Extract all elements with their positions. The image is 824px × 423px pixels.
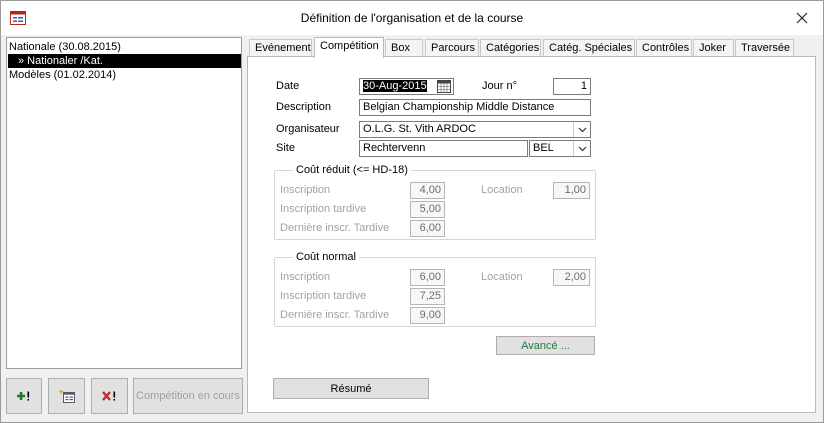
- tab-parcours[interactable]: Parcours: [425, 39, 479, 57]
- reduced-last-late-field[interactable]: 6,00: [410, 220, 445, 237]
- normal-cost-title: Coût normal: [293, 251, 359, 263]
- tree-item-nationaler-kat[interactable]: » Nationaler /Kat.: [8, 54, 241, 68]
- delete-competition-button[interactable]: [91, 378, 128, 414]
- reduced-registration-label: Inscription: [280, 184, 331, 196]
- summary-button[interactable]: Résumé: [273, 378, 429, 399]
- normal-last-late-label: Dernière inscr. Tardive: [280, 309, 390, 321]
- tab-categories[interactable]: Catégories: [480, 39, 541, 57]
- plus-icon: [17, 391, 30, 401]
- normal-late-label: Inscription tardive: [280, 290, 367, 302]
- organizer-value: O.L.G. St. Vith ARDOC: [363, 123, 476, 135]
- reduced-late-field[interactable]: 5,00: [410, 201, 445, 218]
- add-competition-button[interactable]: [6, 378, 42, 414]
- competition-in-progress-button[interactable]: Compétition en cours: [133, 378, 243, 414]
- normal-rental-label: Location: [481, 271, 523, 283]
- site-field[interactable]: Rechtervenn: [359, 140, 528, 157]
- dialog-window: Définition de l'organisation et de la co…: [0, 0, 824, 423]
- close-icon: [796, 12, 808, 24]
- normal-registration-label: Inscription: [280, 271, 331, 283]
- normal-registration-field[interactable]: 6,00: [410, 269, 445, 286]
- date-field[interactable]: 30-Aug-2015: [359, 78, 454, 95]
- delete-icon: [101, 391, 115, 401]
- tab-evenement[interactable]: Evénement: [249, 39, 312, 57]
- site-label: Site: [276, 142, 295, 154]
- description-field[interactable]: Belgian Championship Middle Distance: [359, 99, 591, 116]
- chevron-down-icon: [578, 127, 586, 132]
- country-value: BEL: [533, 142, 554, 154]
- tab-box[interactable]: Box: [385, 39, 423, 57]
- organizer-label: Organisateur: [276, 123, 340, 135]
- normal-late-field[interactable]: 7,25: [410, 288, 445, 305]
- description-label: Description: [276, 101, 332, 113]
- reduced-registration-field[interactable]: 4,00: [410, 182, 445, 199]
- reduced-late-label: Inscription tardive: [280, 203, 367, 215]
- reduced-last-late-label: Dernière inscr. Tardive: [280, 222, 390, 234]
- reduced-rental-label: Location: [481, 184, 523, 196]
- normal-last-late-field[interactable]: 9,00: [410, 307, 445, 324]
- tree-item-nationale[interactable]: Nationale (30.08.2015): [9, 40, 121, 54]
- date-label: Date: [276, 80, 300, 92]
- country-dropdown-button[interactable]: [573, 141, 590, 156]
- new-form-button[interactable]: [48, 378, 85, 414]
- new-form-icon: [58, 389, 75, 403]
- advanced-button[interactable]: Avancé ...: [496, 336, 595, 355]
- tab-categories-speciales[interactable]: Catég. Spéciales: [543, 39, 635, 57]
- chevron-down-icon: [578, 146, 586, 151]
- calendar-icon[interactable]: [437, 80, 451, 94]
- normal-rental-field[interactable]: 2,00: [553, 269, 590, 286]
- tree-item-modeles[interactable]: Modèles (01.02.2014): [9, 68, 116, 82]
- reduced-cost-title: Coût réduit (<= HD-18): [293, 164, 411, 176]
- title-bar: Définition de l'organisation et de la co…: [1, 1, 823, 35]
- tab-traversee[interactable]: Traversée: [735, 39, 794, 57]
- close-button[interactable]: [787, 5, 817, 31]
- reduced-rental-field[interactable]: 1,00: [553, 182, 590, 199]
- day-number-field[interactable]: 1: [553, 78, 591, 95]
- country-combo[interactable]: BEL: [529, 140, 591, 157]
- competition-tree[interactable]: Nationale (30.08.2015) » Nationaler /Kat…: [6, 37, 242, 369]
- organizer-dropdown-button[interactable]: [573, 122, 590, 137]
- tab-competition[interactable]: Compétition: [314, 37, 384, 58]
- tab-controles[interactable]: Contrôles: [636, 39, 692, 57]
- tab-joker[interactable]: Joker: [693, 39, 734, 57]
- date-value: 30-Aug-2015: [363, 80, 427, 92]
- day-number-label: Jour n°: [482, 80, 517, 92]
- window-title: Définition de l'organisation et de la co…: [300, 11, 524, 25]
- organizer-combo[interactable]: O.L.G. St. Vith ARDOC: [359, 121, 591, 138]
